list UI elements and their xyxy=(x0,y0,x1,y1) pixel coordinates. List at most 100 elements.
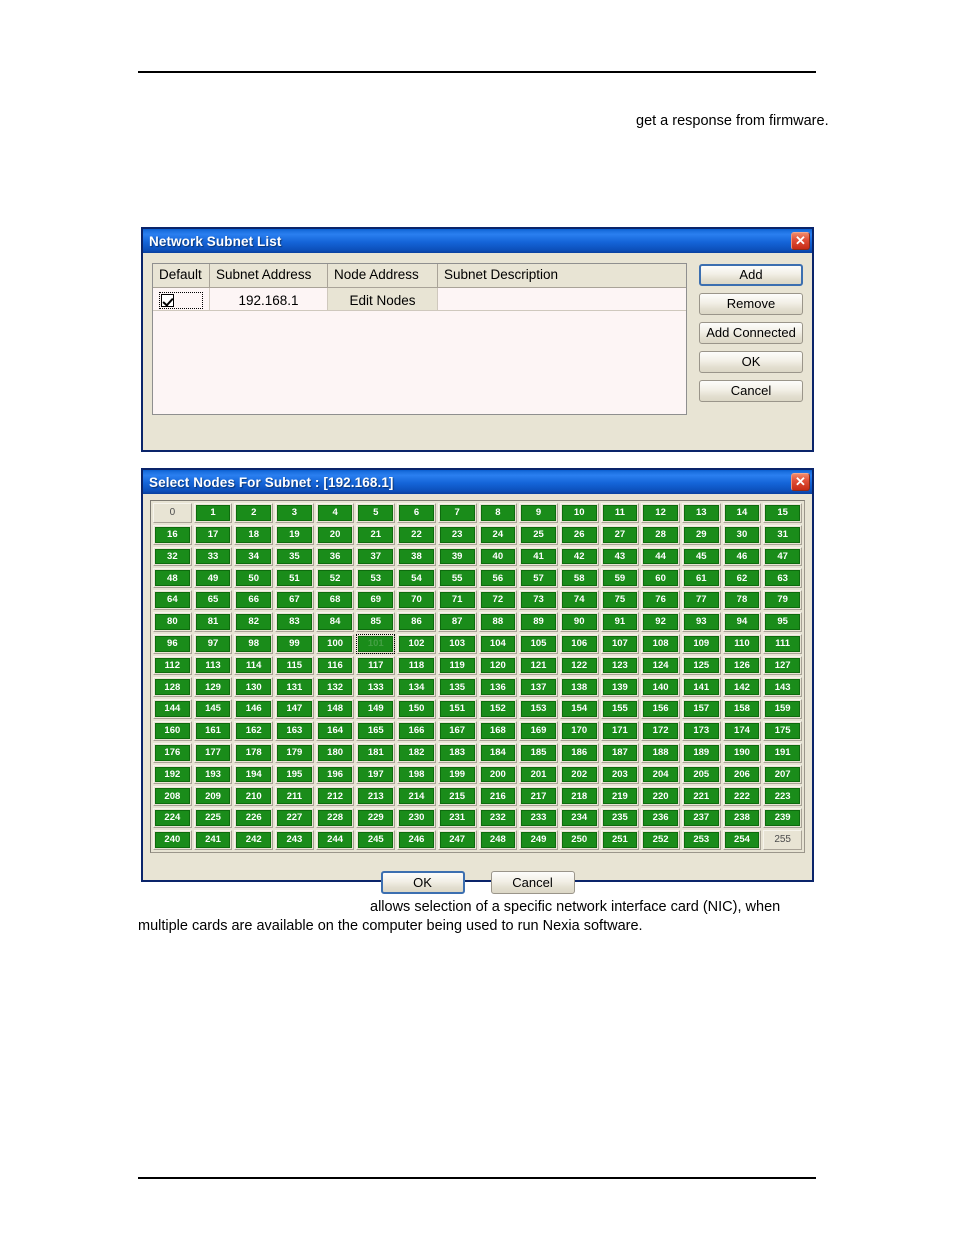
node-cell-200[interactable]: 200 xyxy=(478,764,518,785)
node-cell-23[interactable]: 23 xyxy=(437,524,477,545)
node-cell-209[interactable]: 209 xyxy=(193,786,233,807)
node-cell-171[interactable]: 171 xyxy=(600,720,640,741)
node-cell-48[interactable]: 48 xyxy=(153,568,192,589)
node-cell-39[interactable]: 39 xyxy=(437,546,477,567)
node-cell-42[interactable]: 42 xyxy=(559,546,599,567)
node-cell-28[interactable]: 28 xyxy=(641,524,680,545)
node-cell-77[interactable]: 77 xyxy=(681,590,721,610)
node-cell-138[interactable]: 138 xyxy=(559,677,599,698)
node-cell-58[interactable]: 58 xyxy=(559,568,599,589)
node-cell-141[interactable]: 141 xyxy=(681,677,721,698)
node-cell-224[interactable]: 224 xyxy=(153,808,192,828)
node-cell-26[interactable]: 26 xyxy=(559,524,599,545)
node-cell-130[interactable]: 130 xyxy=(234,677,274,698)
node-cell-128[interactable]: 128 xyxy=(153,677,192,698)
node-cell-64[interactable]: 64 xyxy=(153,590,192,610)
node-cell-177[interactable]: 177 xyxy=(193,742,233,763)
node-cell-124[interactable]: 124 xyxy=(641,655,680,676)
node-cell-159[interactable]: 159 xyxy=(763,699,802,719)
node-cell-131[interactable]: 131 xyxy=(275,677,314,698)
node-cell-96[interactable]: 96 xyxy=(153,633,192,654)
column-header-default[interactable]: Default xyxy=(153,264,210,287)
node-cell-93[interactable]: 93 xyxy=(681,611,721,632)
edit-nodes-button[interactable]: Edit Nodes xyxy=(328,288,438,310)
node-cell-90[interactable]: 90 xyxy=(559,611,599,632)
default-checkbox[interactable] xyxy=(159,291,203,309)
node-cell-151[interactable]: 151 xyxy=(437,699,477,719)
node-cell-186[interactable]: 186 xyxy=(559,742,599,763)
node-cell-52[interactable]: 52 xyxy=(315,568,355,589)
remove-button[interactable]: Remove xyxy=(699,293,803,315)
node-cell-70[interactable]: 70 xyxy=(397,590,436,610)
node-cell-75[interactable]: 75 xyxy=(600,590,640,610)
node-cell-88[interactable]: 88 xyxy=(478,611,518,632)
node-cell-207[interactable]: 207 xyxy=(763,764,802,785)
node-cell-86[interactable]: 86 xyxy=(397,611,436,632)
node-cell-33[interactable]: 33 xyxy=(193,546,233,567)
node-cell-82[interactable]: 82 xyxy=(234,611,274,632)
node-cell-227[interactable]: 227 xyxy=(275,808,314,828)
node-cell-192[interactable]: 192 xyxy=(153,764,192,785)
node-cell-167[interactable]: 167 xyxy=(437,720,477,741)
node-cell-72[interactable]: 72 xyxy=(478,590,518,610)
node-cell-41[interactable]: 41 xyxy=(519,546,558,567)
node-cell-212[interactable]: 212 xyxy=(315,786,355,807)
node-cell-101[interactable]: 101 xyxy=(356,633,396,654)
node-cell-91[interactable]: 91 xyxy=(600,611,640,632)
ok-button[interactable]: OK xyxy=(380,870,465,894)
node-cell-201[interactable]: 201 xyxy=(519,764,558,785)
node-cell-253[interactable]: 253 xyxy=(681,829,721,850)
node-cell-62[interactable]: 62 xyxy=(722,568,762,589)
node-cell-241[interactable]: 241 xyxy=(193,829,233,850)
node-cell-252[interactable]: 252 xyxy=(641,829,680,850)
node-cell-83[interactable]: 83 xyxy=(275,611,314,632)
node-cell-110[interactable]: 110 xyxy=(722,633,762,654)
node-cell-199[interactable]: 199 xyxy=(437,764,477,785)
node-cell-245[interactable]: 245 xyxy=(356,829,396,850)
node-cell-47[interactable]: 47 xyxy=(763,546,802,567)
node-cell-30[interactable]: 30 xyxy=(722,524,762,545)
node-cell-140[interactable]: 140 xyxy=(641,677,680,698)
node-cell-165[interactable]: 165 xyxy=(356,720,396,741)
node-cell-12[interactable]: 12 xyxy=(641,503,680,523)
node-cell-160[interactable]: 160 xyxy=(153,720,192,741)
node-cell-120[interactable]: 120 xyxy=(478,655,518,676)
node-cell-169[interactable]: 169 xyxy=(519,720,558,741)
node-cell-69[interactable]: 69 xyxy=(356,590,396,610)
node-cell-148[interactable]: 148 xyxy=(315,699,355,719)
node-cell-196[interactable]: 196 xyxy=(315,764,355,785)
node-cell-74[interactable]: 74 xyxy=(559,590,599,610)
column-header-subnet-description[interactable]: Subnet Description xyxy=(438,264,686,287)
node-cell-243[interactable]: 243 xyxy=(275,829,314,850)
subnet-dialog-titlebar[interactable]: Network Subnet List ✕ xyxy=(143,229,812,253)
node-cell-11[interactable]: 11 xyxy=(600,503,640,523)
node-cell-34[interactable]: 34 xyxy=(234,546,274,567)
close-icon[interactable]: ✕ xyxy=(791,473,810,491)
node-cell-51[interactable]: 51 xyxy=(275,568,314,589)
node-cell-208[interactable]: 208 xyxy=(153,786,192,807)
node-cell-121[interactable]: 121 xyxy=(519,655,558,676)
node-cell-181[interactable]: 181 xyxy=(356,742,396,763)
subnet-list-panel[interactable]: Default Subnet Address Node Address Subn… xyxy=(152,263,687,415)
node-cell-50[interactable]: 50 xyxy=(234,568,274,589)
node-cell-198[interactable]: 198 xyxy=(397,764,436,785)
node-cell-113[interactable]: 113 xyxy=(193,655,233,676)
node-cell-180[interactable]: 180 xyxy=(315,742,355,763)
node-cell-247[interactable]: 247 xyxy=(437,829,477,850)
cancel-button[interactable]: Cancel xyxy=(699,380,803,402)
node-cell-53[interactable]: 53 xyxy=(356,568,396,589)
node-cell-115[interactable]: 115 xyxy=(275,655,314,676)
node-cell-205[interactable]: 205 xyxy=(681,764,721,785)
node-cell-238[interactable]: 238 xyxy=(722,808,762,828)
node-cell-0[interactable]: 0 xyxy=(153,503,192,523)
node-cell-1[interactable]: 1 xyxy=(193,503,233,523)
node-cell-168[interactable]: 168 xyxy=(478,720,518,741)
node-cell-80[interactable]: 80 xyxy=(153,611,192,632)
node-cell-203[interactable]: 203 xyxy=(600,764,640,785)
node-cell-7[interactable]: 7 xyxy=(437,503,477,523)
node-cell-210[interactable]: 210 xyxy=(234,786,274,807)
node-cell-111[interactable]: 111 xyxy=(763,633,802,654)
node-cell-116[interactable]: 116 xyxy=(315,655,355,676)
node-cell-44[interactable]: 44 xyxy=(641,546,680,567)
node-cell-78[interactable]: 78 xyxy=(722,590,762,610)
